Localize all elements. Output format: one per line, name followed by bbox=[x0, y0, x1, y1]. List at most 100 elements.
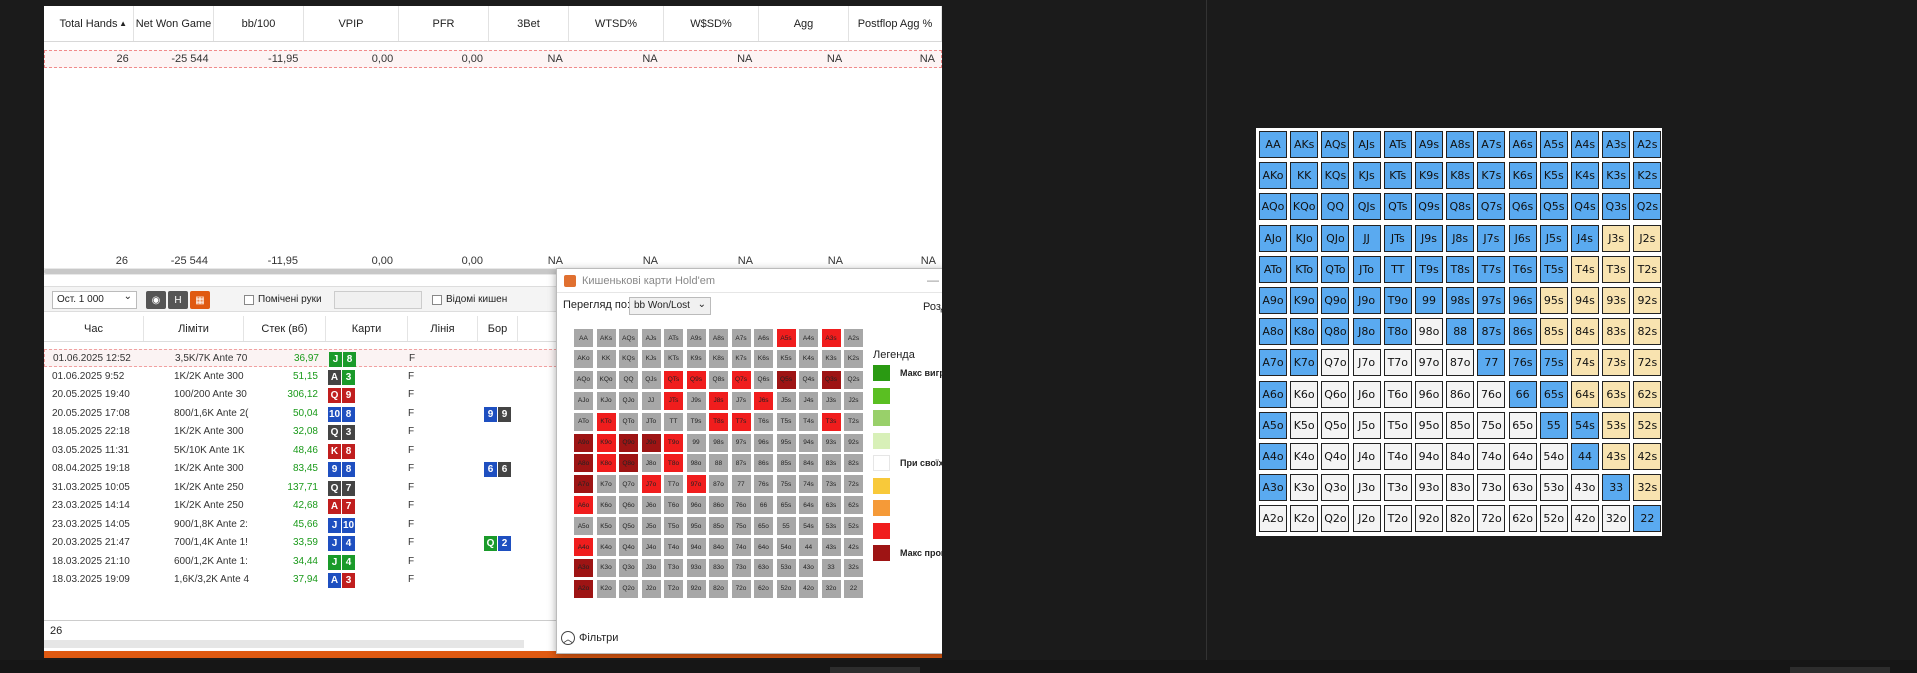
pocket-cell-94o[interactable]: 94o bbox=[686, 538, 706, 556]
pocket-cell-Q9s[interactable]: Q9s bbox=[686, 370, 706, 389]
range-cell-T9s[interactable]: T9s bbox=[1415, 255, 1443, 283]
range-cell-A3o[interactable]: A3o bbox=[1259, 474, 1287, 502]
range-cell-JJ[interactable]: JJ bbox=[1352, 224, 1381, 252]
range-cell-Q4o[interactable]: Q4o bbox=[1321, 443, 1350, 470]
stats-column-header[interactable]: Total Hands ▲ bbox=[44, 6, 134, 41]
range-cell-AA[interactable]: AA bbox=[1259, 131, 1287, 158]
pocket-cell-KK[interactable]: KK bbox=[596, 349, 616, 368]
range-cell-Q2s[interactable]: Q2s bbox=[1633, 193, 1662, 221]
range-cell-63s[interactable]: 63s bbox=[1602, 380, 1631, 408]
pocket-cell-82o[interactable]: 82o bbox=[709, 579, 728, 598]
pocket-cell-A4s[interactable]: A4s bbox=[799, 329, 818, 347]
pocket-cell-82s[interactable]: 82s bbox=[844, 454, 863, 473]
range-cell-K2s[interactable]: K2s bbox=[1633, 162, 1662, 190]
range-cell-83o[interactable]: 83o bbox=[1446, 474, 1475, 502]
pocket-cell-AQo[interactable]: AQo bbox=[574, 370, 593, 389]
pocket-cell-TT[interactable]: TT bbox=[664, 412, 683, 431]
pocket-cell-Q6o[interactable]: Q6o bbox=[619, 496, 638, 515]
pocket-cell-K3s[interactable]: K3s bbox=[821, 349, 841, 368]
range-cell-Q8o[interactable]: Q8o bbox=[1321, 318, 1350, 346]
pocket-cell-KQo[interactable]: KQo bbox=[596, 370, 616, 389]
range-cell-KJs[interactable]: KJs bbox=[1352, 162, 1381, 190]
range-cell-J6o[interactable]: J6o bbox=[1352, 380, 1381, 408]
range-cell-JTo[interactable]: JTo bbox=[1352, 255, 1381, 283]
range-cell-A8o[interactable]: A8o bbox=[1259, 318, 1287, 346]
range-cell-J6s[interactable]: J6s bbox=[1508, 224, 1537, 252]
range-cell-A6o[interactable]: A6o bbox=[1259, 380, 1287, 408]
range-cell-76o[interactable]: 76o bbox=[1477, 380, 1506, 408]
range-cell-J8s[interactable]: J8s bbox=[1446, 224, 1475, 252]
pocket-cell-73o[interactable]: 73o bbox=[731, 558, 751, 577]
pocket-cell-T4o[interactable]: T4o bbox=[664, 538, 683, 556]
range-cell-99[interactable]: 99 bbox=[1415, 287, 1443, 314]
range-cell-65s[interactable]: 65s bbox=[1539, 380, 1568, 408]
pocket-cell-92o[interactable]: 92o bbox=[686, 579, 706, 598]
pocket-cell-55[interactable]: 55 bbox=[776, 517, 796, 536]
pocket-cell-AJs[interactable]: AJs bbox=[641, 329, 661, 347]
pocket-cell-J5o[interactable]: J5o bbox=[641, 517, 661, 536]
range-cell-T8s[interactable]: T8s bbox=[1446, 255, 1475, 283]
pocket-cell-QTs[interactable]: QTs bbox=[664, 370, 683, 389]
pocket-cell-AQs[interactable]: AQs bbox=[619, 329, 638, 347]
range-cell-53s[interactable]: 53s bbox=[1602, 411, 1631, 439]
range-cell-J5s[interactable]: J5s bbox=[1539, 224, 1568, 252]
range-cell-54o[interactable]: 54o bbox=[1539, 443, 1568, 470]
range-cell-72s[interactable]: 72s bbox=[1633, 349, 1662, 377]
taskbar-item[interactable] bbox=[830, 667, 920, 673]
popup-titlebar[interactable]: Кишенькові карти Hold'em — ☐ bbox=[557, 269, 942, 293]
range-cell-76s[interactable]: 76s bbox=[1508, 349, 1537, 377]
pocket-cell-AKs[interactable]: AKs bbox=[596, 329, 616, 347]
range-cell-72o[interactable]: 72o bbox=[1477, 505, 1506, 533]
pocket-cell-ATs[interactable]: ATs bbox=[664, 329, 683, 347]
checkbox-box[interactable] bbox=[432, 294, 442, 305]
pocket-cell-76o[interactable]: 76o bbox=[731, 496, 751, 515]
range-cell-K6s[interactable]: K6s bbox=[1508, 162, 1537, 190]
pocket-cell-J4o[interactable]: J4o bbox=[641, 538, 661, 556]
pocket-cell-J4s[interactable]: J4s bbox=[799, 391, 818, 410]
pocket-cell-93s[interactable]: 93s bbox=[821, 433, 841, 452]
range-cell-82s[interactable]: 82s bbox=[1633, 318, 1662, 346]
range-cell-75s[interactable]: 75s bbox=[1539, 349, 1568, 377]
range-cell-94s[interactable]: 94s bbox=[1571, 287, 1599, 314]
pocket-cell-K6s[interactable]: K6s bbox=[754, 349, 773, 368]
stats-column-header[interactable]: W$SD% bbox=[664, 6, 759, 41]
pocket-cell-62o[interactable]: 62o bbox=[754, 579, 773, 598]
range-cell-82o[interactable]: 82o bbox=[1446, 505, 1475, 533]
hands-scrollbar[interactable] bbox=[44, 640, 524, 648]
filters-toggle[interactable]: ︿ Фільтри bbox=[561, 631, 618, 645]
pocket-cell-Q3o[interactable]: Q3o bbox=[619, 558, 638, 577]
pocket-cell-AJo[interactable]: AJo bbox=[574, 391, 593, 410]
range-cell-32s[interactable]: 32s bbox=[1633, 474, 1662, 502]
pocket-cell-J9s[interactable]: J9s bbox=[686, 391, 706, 410]
taskbar-item[interactable] bbox=[1790, 667, 1890, 673]
pocket-cell-88[interactable]: 88 bbox=[709, 454, 728, 473]
pocket-cell-96o[interactable]: 96o bbox=[686, 496, 706, 515]
pocket-cell-A9o[interactable]: A9o bbox=[574, 433, 593, 452]
pocket-cell-QQ[interactable]: QQ bbox=[619, 370, 638, 389]
range-cell-93s[interactable]: 93s bbox=[1602, 287, 1631, 314]
pocket-cell-74o[interactable]: 74o bbox=[731, 538, 751, 556]
range-cell-95s[interactable]: 95s bbox=[1539, 287, 1568, 314]
range-cell-T4s[interactable]: T4s bbox=[1571, 255, 1599, 283]
pocket-cell-97o[interactable]: 97o bbox=[686, 475, 706, 494]
pocket-cell-T2o[interactable]: T2o bbox=[664, 579, 683, 598]
range-cell-A2s[interactable]: A2s bbox=[1633, 131, 1662, 158]
range-cell-T2o[interactable]: T2o bbox=[1383, 505, 1412, 533]
stats-column-header[interactable]: VPIP bbox=[304, 6, 399, 41]
pocket-cell-97s[interactable]: 97s bbox=[731, 433, 751, 452]
range-cell-T4o[interactable]: T4o bbox=[1383, 443, 1412, 470]
range-cell-AQo[interactable]: AQo bbox=[1259, 193, 1287, 221]
pocket-cell-73s[interactable]: 73s bbox=[821, 475, 841, 494]
stats-row[interactable]: 26 -25 544 -11,95 0,00 0,00 NA NA NA NA NA bbox=[44, 50, 942, 68]
hands-column-header[interactable]: Час bbox=[44, 316, 144, 341]
pocket-cell-J6o[interactable]: J6o bbox=[641, 496, 661, 515]
pocket-cell-65s[interactable]: 65s bbox=[776, 496, 796, 515]
range-cell-KK[interactable]: KK bbox=[1290, 162, 1319, 190]
range-cell-T5o[interactable]: T5o bbox=[1383, 411, 1412, 439]
pocket-cell-A8s[interactable]: A8s bbox=[709, 329, 728, 347]
pocket-cell-Q8o[interactable]: Q8o bbox=[619, 454, 638, 473]
pocket-cell-54s[interactable]: 54s bbox=[799, 517, 818, 536]
range-cell-52o[interactable]: 52o bbox=[1539, 505, 1568, 533]
range-cell-86s[interactable]: 86s bbox=[1508, 318, 1537, 346]
pocket-cell-86o[interactable]: 86o bbox=[709, 496, 728, 515]
